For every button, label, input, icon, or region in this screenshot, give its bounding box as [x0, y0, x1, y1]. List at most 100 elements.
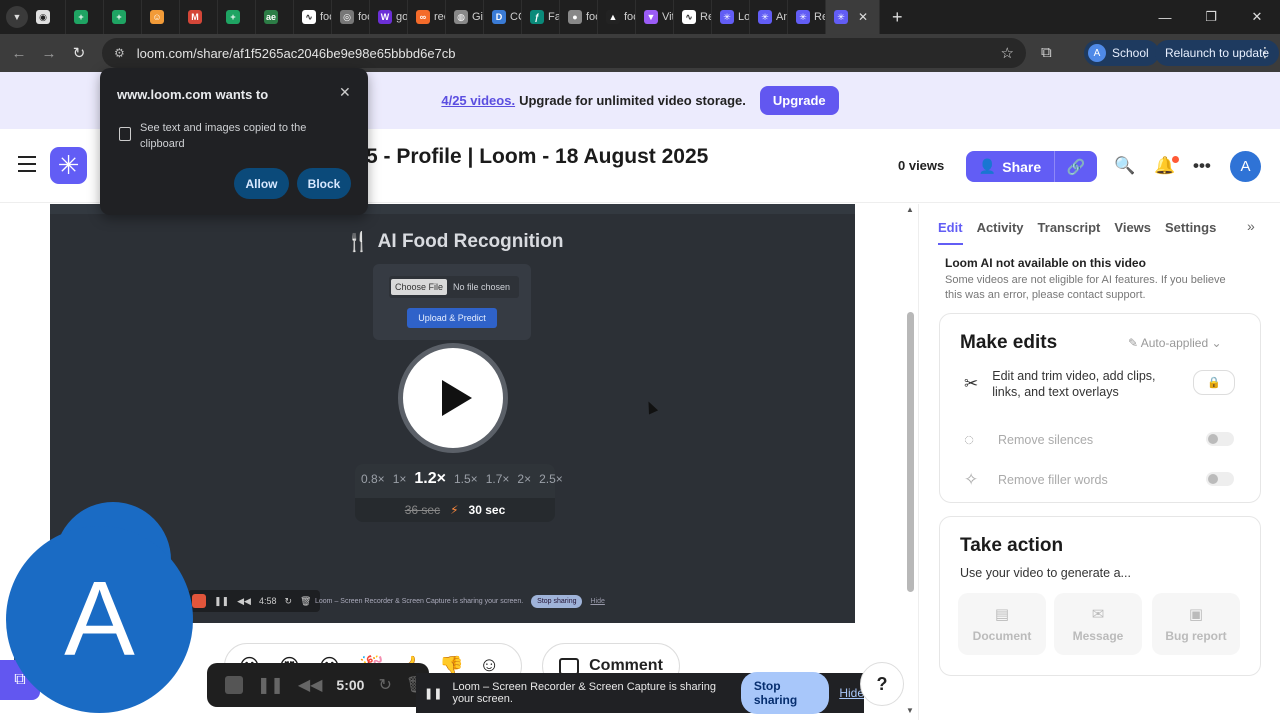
remove-silences-row[interactable]: ◌ Remove silences [964, 430, 1093, 450]
edit-trim-row[interactable]: ✂ Edit and trim video, add clips, links,… [964, 368, 1174, 400]
stop-sharing-button[interactable]: Stop sharing [740, 672, 830, 714]
restart-icon[interactable]: ↻ [378, 675, 391, 695]
browser-tab[interactable]: ● foc [560, 0, 598, 34]
browser-tab[interactable]: ae [256, 0, 294, 34]
document-tile[interactable]: ▤ Document [958, 593, 1046, 655]
ai-unavailable-title: Loom AI not available on this video [945, 256, 1146, 270]
sidebar-tab-settings[interactable]: Settings [1165, 220, 1216, 245]
allow-button[interactable]: Allow [234, 168, 289, 199]
tab-title: Fa [548, 11, 560, 23]
scroll-up-icon[interactable]: ▲ [906, 205, 914, 214]
browser-tab[interactable]: M [180, 0, 218, 34]
reload-icon[interactable]: ↻ [64, 44, 94, 62]
close-window-icon[interactable]: ✕ [1234, 0, 1280, 34]
tab-title: Lo [738, 11, 750, 23]
recorded-time: 4:58 [258, 596, 277, 606]
browser-tab[interactable]: ∿ Re [674, 0, 712, 34]
remove-silences-toggle[interactable] [1206, 432, 1234, 446]
sidebar-tab-views[interactable]: Views [1114, 220, 1151, 245]
stop-recording-icon[interactable] [225, 676, 243, 694]
pause-icon[interactable]: ❚❚ [257, 675, 284, 695]
more-options-icon[interactable]: ••• [1193, 156, 1211, 176]
browser-tab[interactable]: ✳ Lo [712, 0, 750, 34]
speed-option: 1.7× [485, 472, 510, 486]
tab-favicon-icon: ◎ [340, 10, 354, 24]
site-info-icon[interactable]: ⚙ [114, 46, 125, 60]
share-label: Share [1002, 158, 1042, 175]
chrome-menu-icon[interactable]: ⋮ [1258, 44, 1272, 61]
profile-label: School [1112, 46, 1149, 60]
rewind-icon[interactable]: ◀◀ [298, 675, 323, 695]
extensions-icon[interactable]: ⧉ [1041, 44, 1052, 61]
message-tile[interactable]: ✉ Message [1054, 593, 1142, 655]
make-edits-card: Make edits ✎ Auto-applied ⌄ ✂ Edit and t… [939, 313, 1261, 503]
play-button[interactable] [398, 343, 508, 453]
search-icon[interactable]: 🔍 [1114, 156, 1135, 176]
browser-tab[interactable]: + [104, 0, 142, 34]
sidebar-tab-activity[interactable]: Activity [977, 220, 1024, 245]
browser-tab[interactable]: ◉ [28, 0, 66, 34]
tab-favicon-icon: ✳ [796, 10, 810, 24]
browser-tab[interactable]: ✳ An [750, 0, 788, 34]
browser-tab[interactable]: ◍ Git [446, 0, 484, 34]
browser-tab[interactable]: Wgo [370, 0, 408, 34]
recorded-file-input: Choose File No file chosen [389, 276, 519, 298]
loom-logo-icon[interactable]: ✳ [50, 147, 87, 184]
browser-tab[interactable]: ƒ Fa [522, 0, 560, 34]
browser-tab[interactable]: + [218, 0, 256, 34]
view-count[interactable]: 0 views [898, 158, 944, 173]
browser-tab[interactable]: ☺ [142, 0, 180, 34]
ai-unavailable-desc: Some videos are not eligible for AI feat… [945, 274, 1226, 301]
remove-filler-row[interactable]: ✧ Remove filler words [964, 470, 1108, 490]
forward-icon[interactable]: → [34, 45, 64, 62]
sidebar-tab-transcript[interactable]: Transcript [1038, 220, 1101, 245]
auto-applied-label: Auto-applied [1140, 336, 1209, 350]
hamburger-menu-icon[interactable] [18, 156, 36, 177]
lock-icon[interactable]: 🔒 [1193, 370, 1235, 395]
speed-option: 1× [392, 472, 407, 486]
browser-tab[interactable]: ◎ foc [332, 0, 370, 34]
tab-title: foc [586, 11, 597, 23]
browser-tab[interactable]: D CC [484, 0, 522, 34]
restore-icon[interactable]: ❐ [1188, 0, 1234, 34]
address-bar[interactable]: ⚙ loom.com/share/af1f5265ac2046be9e98e65… [102, 38, 1026, 68]
sidebar-tab-edit[interactable]: Edit [938, 220, 963, 245]
page-scrollbar[interactable] [907, 312, 914, 592]
browser-tab[interactable]: ▲ foc [598, 0, 636, 34]
upgrade-button[interactable]: Upgrade [759, 86, 839, 115]
back-icon[interactable]: ← [4, 45, 34, 62]
minimize-icon[interactable]: — [1142, 0, 1188, 34]
close-popup-icon[interactable]: ✕ [339, 84, 351, 101]
browser-tab[interactable]: ✳ Re [788, 0, 826, 34]
browser-tab[interactable]: ▼ Vit [636, 0, 674, 34]
edit-sidebar: Edit Activity Transcript Views Settings » Lo… [918, 204, 1280, 720]
camera-bubble[interactable]: A [6, 526, 193, 713]
tab-favicon-icon: M [188, 10, 202, 24]
tab-search-icon[interactable]: ▼ [6, 6, 28, 28]
bookmark-star-icon[interactable]: ☆ [1001, 44, 1014, 62]
recorded-hide: Hide [590, 598, 605, 605]
share-button[interactable]: 👤 Share [966, 151, 1054, 182]
profile-chip[interactable]: A School [1084, 40, 1159, 66]
remove-filler-toggle[interactable] [1206, 472, 1234, 486]
tab-active-loom[interactable]: ✳ ✕ [826, 0, 880, 34]
tab-favicon-icon: D [492, 10, 506, 24]
browser-tab[interactable]: + [66, 0, 104, 34]
tab-title: foc [624, 11, 635, 23]
close-tab-icon[interactable]: ✕ [858, 10, 868, 24]
browser-tab[interactable]: ∿ foc [294, 0, 332, 34]
bug-report-tile[interactable]: ▣ Bug report [1152, 593, 1240, 655]
collapse-sidebar-icon[interactable]: » [1247, 218, 1255, 234]
recorded-share-bar: Loom – Screen Recorder & Screen Capture … [315, 595, 605, 608]
video-title[interactable]: 5 - Profile | Loom - 18 August 2025 [366, 145, 708, 169]
video-count-link[interactable]: 4/25 videos. [441, 93, 515, 108]
user-avatar[interactable]: A [1230, 151, 1261, 182]
auto-applied-dropdown[interactable]: ✎ Auto-applied ⌄ [1128, 336, 1222, 350]
copy-link-button[interactable]: 🔗 [1054, 151, 1097, 182]
scroll-down-icon[interactable]: ▼ [906, 706, 914, 715]
help-button[interactable]: ? [860, 662, 904, 706]
new-tab-icon[interactable]: + [892, 7, 903, 28]
browser-tab[interactable]: ∞ rec [408, 0, 446, 34]
lightning-icon: ⚡ [450, 503, 459, 517]
block-button[interactable]: Block [297, 168, 351, 199]
